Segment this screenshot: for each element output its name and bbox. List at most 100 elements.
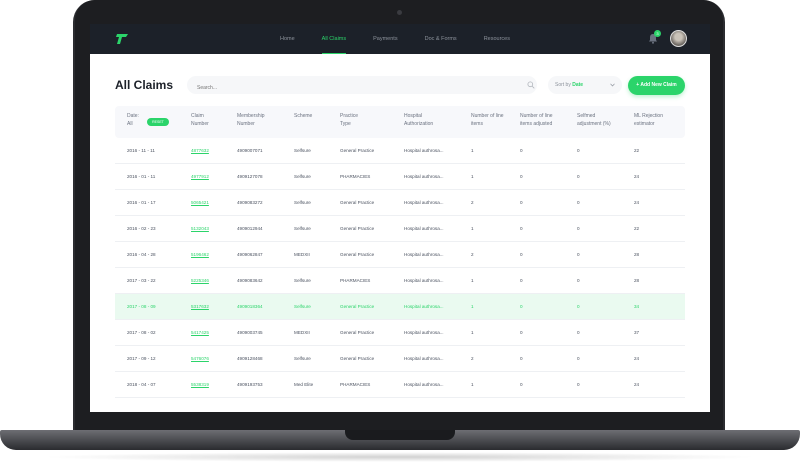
cell-date: 2018 - 04 - 07 xyxy=(127,382,156,387)
table-body: 2016 - 11 - 11 4877632 4909007071 Selfsure G… xyxy=(115,138,685,398)
search-bar xyxy=(187,76,537,97)
cell-ml-rejection: 24 xyxy=(634,174,640,179)
top-navigation: Home All Claims Payments Doc & Forms Res… xyxy=(90,24,710,54)
cell-practice: General Practice xyxy=(340,356,375,361)
cell-ml-rejection: 28 xyxy=(634,278,640,283)
table-row[interactable]: 2017 - 09 - 12 5476076 4909128468 Selfsure G… xyxy=(115,346,685,372)
cell-hospital: Hospital authrosa... xyxy=(404,200,444,205)
header-date-line2: All xyxy=(127,120,133,127)
cell-selfmed: 0 xyxy=(577,356,580,361)
claim-number-link[interactable]: 4977912 xyxy=(191,164,209,190)
cell-scheme: Selfsure xyxy=(294,200,311,205)
cell-scheme: Med Elite xyxy=(294,382,314,387)
cell-ml-rejection: 28 xyxy=(634,252,640,257)
header-claim-line1: Claim xyxy=(191,113,204,119)
header-line-items-line1: Number of line xyxy=(471,113,504,119)
cell-membership: 4909083272 xyxy=(237,200,263,205)
claim-number-link[interactable]: 5196462 xyxy=(191,242,209,268)
table-header: Date: All RESET Claim Number Membership … xyxy=(115,106,685,138)
header-claim-line2: Number xyxy=(191,120,209,127)
cell-practice: General Practice xyxy=(340,148,375,153)
cell-adjusted: 0 xyxy=(520,278,523,283)
cell-membership: 4909083642 xyxy=(237,278,263,283)
cell-line-items: 1 xyxy=(471,174,474,179)
cell-hospital: Hospital authrosa... xyxy=(404,226,444,231)
header-ml-rejection: ML Rejection estimator xyxy=(634,113,663,128)
cell-adjusted: 0 xyxy=(520,304,523,309)
cell-date: 2017 - 08 - 09 xyxy=(127,304,156,309)
nav-item-resources[interactable]: Resources xyxy=(484,24,510,54)
nav-item-doc-forms[interactable]: Doc & Forms xyxy=(425,24,457,54)
cell-scheme: Selfsure xyxy=(294,278,311,283)
claims-table: Date: All RESET Claim Number Membership … xyxy=(115,106,685,398)
claim-number-link[interactable]: 5132043 xyxy=(191,216,209,242)
cell-hospital: Hospital authrosa... xyxy=(404,356,444,361)
nav-item-home[interactable]: Home xyxy=(280,24,295,54)
nav-item-all-claims[interactable]: All Claims xyxy=(321,24,347,54)
reset-button[interactable]: RESET xyxy=(147,118,169,126)
table-row[interactable]: 2017 - 08 - 09 5317632 4909018364 Selfsure G… xyxy=(115,294,685,320)
cell-ml-rejection: 34 xyxy=(634,304,640,309)
claim-number-link[interactable]: 5225346 xyxy=(191,268,209,294)
cell-selfmed: 0 xyxy=(577,174,580,179)
cell-line-items: 1 xyxy=(471,278,474,283)
header-scheme-label: Scheme xyxy=(294,113,313,119)
table-row[interactable]: 2017 - 08 - 02 5417425 4909003745 MEDXII Gen… xyxy=(115,320,685,346)
cell-line-items: 2 xyxy=(471,200,474,205)
avatar[interactable] xyxy=(670,30,687,47)
header-selfmed-line1: Selfmed xyxy=(577,113,596,119)
cell-practice: General Practice xyxy=(340,226,375,231)
search-icon[interactable] xyxy=(527,81,535,89)
cell-adjusted: 0 xyxy=(520,252,523,257)
table-row[interactable]: 2016 - 01 - 11 4977912 4909127078 Selfsure P… xyxy=(115,164,685,190)
claim-number-link[interactable]: 5538319 xyxy=(191,372,209,398)
laptop-notch xyxy=(345,430,455,440)
app-screen: Home All Claims Payments Doc & Forms Res… xyxy=(90,24,710,412)
header-selfmed-line2: adjustment (%) xyxy=(577,120,611,127)
table-row[interactable]: 2016 - 04 - 28 5196462 4909062847 MEDXII Gen… xyxy=(115,242,685,268)
claim-number-link[interactable]: 4877632 xyxy=(191,138,209,164)
header-line-items-adjusted: Number of line items adjusted xyxy=(520,113,553,128)
cell-date: 2016 - 11 - 11 xyxy=(127,148,155,153)
claim-number-link[interactable]: 5317632 xyxy=(191,294,209,320)
camera-icon xyxy=(397,10,402,15)
cell-ml-rejection: 22 xyxy=(634,226,640,231)
header-date[interactable]: Date: All xyxy=(127,113,139,128)
nav-item-payments[interactable]: Payments xyxy=(373,24,397,54)
header-practice-line2: Type xyxy=(340,120,351,127)
main-nav: Home All Claims Payments Doc & Forms Res… xyxy=(280,24,510,54)
cell-scheme: Selfsure xyxy=(294,356,311,361)
table-row[interactable]: 2017 - 03 - 22 5225346 4909083642 Selfsure P… xyxy=(115,268,685,294)
cell-scheme: Selfsure xyxy=(294,226,311,231)
header-selfmed-adjustment: Selfmed adjustment (%) xyxy=(577,113,611,128)
cell-membership: 4909018364 xyxy=(237,304,263,309)
cell-practice: PHARMACIES xyxy=(340,174,371,179)
table-row[interactable]: 2016 - 11 - 11 4877632 4909007071 Selfsure G… xyxy=(115,138,685,164)
cell-selfmed: 0 xyxy=(577,148,580,153)
table-row[interactable]: 2016 - 01 - 17 5065421 4909083272 Selfsure G… xyxy=(115,190,685,216)
chevron-down-icon xyxy=(610,83,615,87)
logo-icon[interactable] xyxy=(116,33,129,45)
table-row[interactable]: 2016 - 02 - 23 5132043 4909012944 Selfsure G… xyxy=(115,216,685,242)
claim-number-link[interactable]: 5417425 xyxy=(191,320,209,346)
claim-number-link[interactable]: 5476076 xyxy=(191,346,209,372)
cell-hospital: Hospital authrosa... xyxy=(404,382,444,387)
cell-date: 2016 - 02 - 23 xyxy=(127,226,156,231)
table-row[interactable]: 2018 - 04 - 07 5538319 4909193753 Med Elite… xyxy=(115,372,685,398)
search-input[interactable] xyxy=(187,79,507,97)
cell-selfmed: 0 xyxy=(577,382,580,387)
cell-membership: 4909127078 xyxy=(237,174,263,179)
claim-number-link[interactable]: 5065421 xyxy=(191,190,209,216)
cell-scheme: MEDXII xyxy=(294,330,310,335)
add-new-claim-button[interactable]: + Add New Claim xyxy=(628,76,685,95)
sort-prefix: Sort by xyxy=(555,82,571,88)
cell-adjusted: 0 xyxy=(520,148,523,153)
cell-adjusted: 0 xyxy=(520,226,523,231)
cell-selfmed: 0 xyxy=(577,200,580,205)
cell-practice: PHARMACIES xyxy=(340,278,371,283)
cell-adjusted: 0 xyxy=(520,174,523,179)
cell-ml-rejection: 24 xyxy=(634,382,640,387)
cell-membership: 4909128468 xyxy=(237,356,263,361)
cell-scheme: Selfsure xyxy=(294,304,311,309)
cell-date: 2017 - 03 - 22 xyxy=(127,278,156,283)
